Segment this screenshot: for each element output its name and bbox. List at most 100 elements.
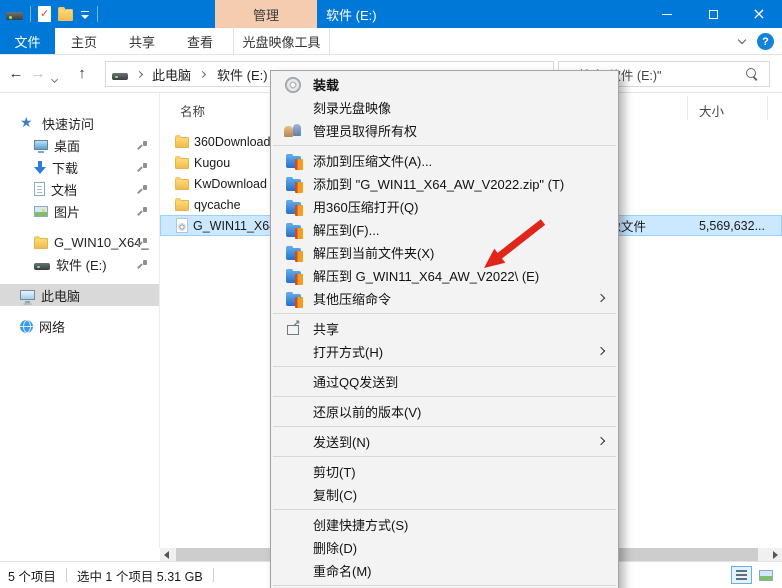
ribbon-tab[interactable]: 主页 (55, 28, 113, 54)
forward-button[interactable]: → (28, 63, 48, 83)
separator (66, 568, 67, 582)
context-menu-item[interactable]: 通过QQ发送到 (271, 370, 618, 393)
share-icon (286, 322, 301, 336)
disc-icon (285, 77, 301, 93)
separator (30, 6, 31, 22)
up-button[interactable]: ↑ (72, 63, 92, 83)
sidebar-item[interactable]: 文档 (0, 178, 159, 200)
zip-icon (286, 294, 301, 306)
ribbon-controls: ? (739, 28, 774, 55)
context-menu-item[interactable]: 共享 (271, 317, 618, 340)
minimize-icon (662, 14, 672, 15)
context-menu-item[interactable]: 复制(C) (271, 483, 618, 506)
maximize-button[interactable] (690, 0, 736, 28)
context-menu-item[interactable]: 添加到 "G_WIN11_X64_AW_V2022.zip" (T) (271, 172, 618, 195)
ribbon-tab[interactable]: 共享 (113, 28, 171, 54)
window-title: 软件 (E:) (326, 0, 377, 28)
pin-icon (138, 140, 148, 150)
sidebar-item[interactable]: 此电脑 (0, 284, 159, 306)
sidebar-item[interactable]: 快速访问 (0, 112, 159, 134)
context-menu-item[interactable]: 添加到压缩文件(A)... (271, 149, 618, 172)
close-icon: × (752, 6, 765, 22)
ribbon-tab[interactable]: 查看 (171, 28, 229, 54)
back-button[interactable]: ← (6, 63, 26, 83)
ribbon-tabs: 主页共享查看 (55, 28, 229, 54)
context-menu-item[interactable]: 创建快捷方式(S) (271, 513, 618, 536)
column-header-name[interactable]: 名称 (180, 101, 205, 120)
context-menu-item[interactable] (271, 310, 618, 317)
pin-icon (138, 237, 148, 247)
titlebar: 管理 软件 (E:) × (0, 0, 782, 28)
context-menu-item[interactable] (271, 393, 618, 400)
context-menu-item[interactable] (271, 582, 618, 588)
folder-icon (175, 158, 189, 169)
disc-image-icon (176, 218, 188, 233)
sidebar-item[interactable]: 下载 (0, 156, 159, 178)
quick-access-star-icon (20, 115, 36, 131)
breadcrumb-item[interactable]: 此电脑 (150, 65, 215, 84)
thumbnails-view-button[interactable] (755, 566, 776, 584)
explorer-window: 管理 软件 (E:) × 文件 主页共享查看 光盘映像工具 ? ← → ↑ (0, 0, 782, 588)
selection-info: 选中 1 个项目 5.31 GB (77, 566, 203, 585)
context-menu-item[interactable]: 装载 (271, 73, 618, 96)
maximize-icon (709, 10, 718, 19)
new-folder-icon[interactable] (58, 9, 73, 21)
context-menu-item[interactable]: 剪切(T) (271, 460, 618, 483)
sidebar-item[interactable]: 软件 (E:) (0, 253, 159, 275)
submenu-chevron-icon (597, 294, 605, 302)
pin-icon (138, 206, 148, 216)
context-menu-item[interactable]: 解压到 G_WIN11_X64_AW_V2022\ (E) (271, 264, 618, 287)
items-count: 5 个项目 (8, 566, 56, 585)
customize-toolbar-dropdown-icon[interactable] (80, 11, 90, 21)
chevron-right-icon (136, 70, 143, 77)
context-menu-item[interactable]: 删除(D) (271, 536, 618, 559)
ribbon-collapse-chevron-icon[interactable] (738, 36, 746, 44)
context-menu-item[interactable] (271, 453, 618, 460)
pin-icon (138, 162, 148, 172)
chevron-right-icon (199, 70, 206, 77)
help-icon[interactable]: ? (757, 33, 774, 50)
context-menu-item[interactable]: 管理员取得所有权 (271, 119, 618, 142)
minimize-button[interactable] (644, 0, 690, 28)
sidebar-item[interactable]: 图片 (0, 200, 159, 222)
sidebar-item[interactable]: G_WIN10_X64_ (0, 231, 159, 253)
separator (97, 6, 98, 22)
sidebar-item[interactable]: 网络 (0, 315, 159, 337)
pin-icon (138, 259, 148, 269)
context-menu-item[interactable]: 打开方式(H) (271, 340, 618, 363)
download-icon (34, 160, 46, 174)
context-menu-item[interactable] (271, 506, 618, 513)
disc-image-tools-tab[interactable]: 光盘映像工具 (233, 28, 330, 54)
context-menu-item[interactable] (271, 363, 618, 370)
context-menu-item[interactable] (271, 142, 618, 149)
manage-contextual-tab[interactable]: 管理 (215, 0, 317, 28)
context-menu-item[interactable]: 用360压缩打开(Q) (271, 195, 618, 218)
details-view-button[interactable] (731, 566, 752, 584)
context-menu-item[interactable]: 发送到(N) (271, 430, 618, 453)
desktop-icon (34, 140, 48, 150)
search-icon[interactable] (746, 68, 759, 81)
context-menu-item[interactable]: 重命名(M) (271, 559, 618, 582)
column-header-size[interactable]: 大小 (687, 96, 768, 120)
close-button[interactable]: × (736, 0, 782, 28)
recent-locations-dropdown-icon[interactable] (52, 71, 57, 85)
context-menu-item[interactable]: 还原以前的版本(V) (271, 400, 618, 423)
context-menu-item[interactable]: 解压到当前文件夹(X) (271, 241, 618, 264)
zip-icon (286, 271, 301, 283)
pictures-icon (34, 206, 48, 217)
scroll-right-arrow-icon[interactable] (769, 548, 782, 561)
drive-icon (6, 12, 23, 20)
context-menu-item[interactable] (271, 423, 618, 430)
folder-icon (175, 200, 189, 211)
file-menu-button[interactable]: 文件 (0, 28, 55, 54)
window-controls: × (644, 0, 782, 28)
properties-icon[interactable] (38, 6, 51, 22)
separator (213, 568, 214, 582)
context-menu-item[interactable]: 解压到(F)... (271, 218, 618, 241)
scroll-left-arrow-icon[interactable] (160, 548, 173, 561)
context-menu-item[interactable]: 刻录光盘映像 (271, 96, 618, 119)
context-menu-item[interactable]: 其他压缩命令 (271, 287, 618, 310)
sidebar-item[interactable]: 桌面 (0, 134, 159, 156)
submenu-chevron-icon (597, 437, 605, 445)
view-toggle (731, 566, 776, 584)
